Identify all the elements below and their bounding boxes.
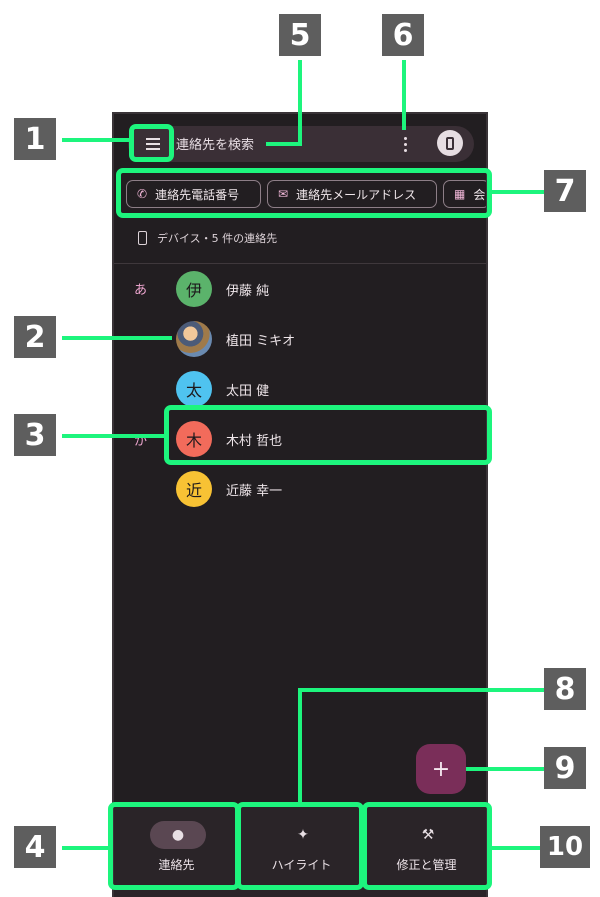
dot-icon [403, 136, 407, 140]
callout-number-5: 5 [279, 14, 321, 56]
contact-row[interactable]: 近 近藤 幸一 [176, 471, 476, 513]
callout-number-6: 6 [382, 14, 424, 56]
callout-box-8 [236, 802, 364, 890]
section-letter-a: あ [134, 283, 148, 298]
contact-row[interactable]: 伊 伊藤 純 [176, 271, 476, 313]
contact-name: 近藤 幸一 [226, 484, 283, 499]
contact-row[interactable]: 植田 ミキオ [176, 321, 476, 363]
callout-line-2 [62, 336, 172, 340]
callout-number-10: 10 [540, 826, 590, 868]
callout-number-1: 1 [14, 118, 56, 160]
more-options-button[interactable] [400, 132, 410, 156]
callout-line-9 [466, 767, 546, 771]
avatar: 近 [176, 471, 212, 507]
contact-name: 太田 健 [226, 384, 270, 399]
callout-box-3 [164, 405, 492, 465]
callout-line-8a [298, 688, 546, 692]
callout-box-4 [108, 802, 240, 890]
callout-number-9: 9 [544, 747, 586, 789]
callout-box-7 [116, 168, 492, 218]
device-icon [446, 136, 454, 150]
account-button[interactable] [437, 130, 463, 156]
callout-line-10 [490, 846, 546, 850]
callout-number-3: 3 [14, 414, 56, 456]
section-letter-ka: か [134, 434, 148, 449]
callout-number-2: 2 [14, 316, 56, 358]
account-summary-text: デバイス・5 件の連絡先 [157, 232, 278, 245]
avatar-photo [176, 321, 212, 357]
add-contact-button[interactable]: + [416, 744, 466, 794]
callout-number-7: 7 [544, 170, 586, 212]
callout-line-5a [298, 60, 302, 144]
avatar: 伊 [176, 271, 212, 307]
dot-icon [403, 142, 407, 146]
callout-box-1 [129, 124, 174, 162]
device-icon [138, 231, 147, 245]
callout-line-5b [266, 142, 302, 146]
callout-number-4: 4 [14, 826, 56, 868]
callout-line-6 [402, 60, 406, 130]
account-summary: デバイス・5 件の連絡先 [138, 230, 277, 246]
avatar: 太 [176, 371, 212, 407]
callout-number-8: 8 [544, 668, 586, 710]
contact-name: 伊藤 純 [226, 284, 270, 299]
search-placeholder[interactable]: 連絡先を検索 [176, 134, 254, 153]
callout-line-1 [62, 138, 130, 142]
callout-line-8b [298, 688, 302, 804]
dot-icon [403, 148, 407, 152]
callout-line-4 [62, 846, 110, 850]
contact-name: 植田 ミキオ [226, 334, 296, 349]
divider [114, 263, 486, 264]
callout-line-3 [62, 434, 166, 438]
callout-box-10 [362, 802, 492, 890]
callout-line-7 [490, 190, 546, 194]
